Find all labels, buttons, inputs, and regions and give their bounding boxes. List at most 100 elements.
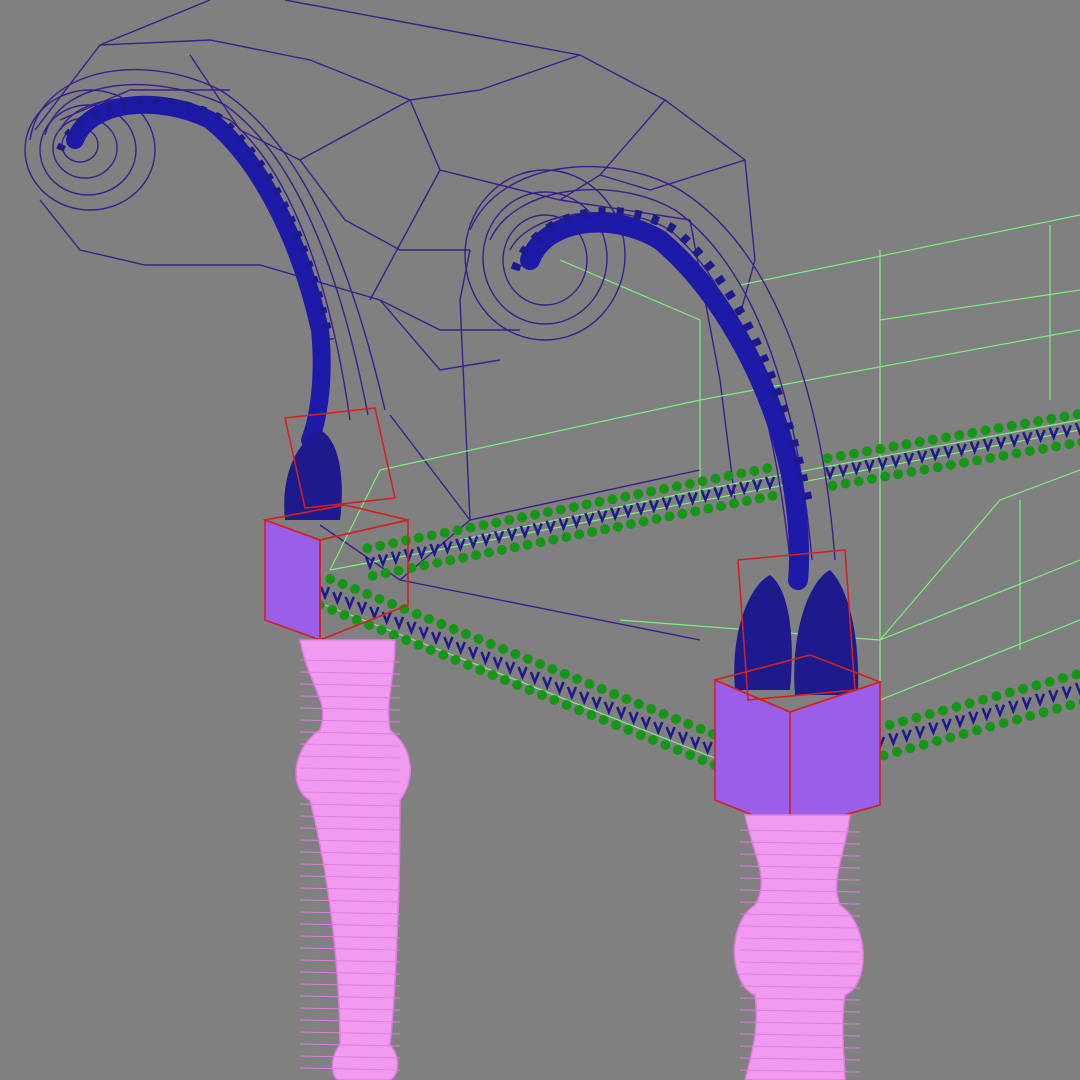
front-rail-bead xyxy=(609,689,620,699)
left-block-front-face xyxy=(264,518,321,642)
front-rail-bead xyxy=(462,660,473,670)
wireframe-scene xyxy=(0,0,1080,1080)
back-left-rail-bead xyxy=(393,565,404,576)
front-rail-bead xyxy=(450,655,461,665)
back-left-rail-bead xyxy=(535,537,546,548)
back-right-rail-bead xyxy=(848,448,859,459)
back-left-rail-bead xyxy=(432,557,443,568)
front-rail-bead xyxy=(672,745,683,755)
back-left-rail-bead xyxy=(659,483,669,494)
right-rail-bead xyxy=(1031,680,1042,691)
right-rail-bead xyxy=(1065,700,1076,711)
front-rail-bead xyxy=(549,695,560,705)
back-left-rail-bead xyxy=(612,521,623,532)
back-left-rail-bead xyxy=(633,489,644,500)
back-left-rail-bead xyxy=(458,552,469,563)
back-left-rail-bead xyxy=(568,502,579,512)
back-left-rail-bead xyxy=(762,463,773,474)
front-rail-bead xyxy=(388,630,399,640)
front-rail-bead xyxy=(635,730,646,740)
back-left-rail-bead xyxy=(522,539,533,550)
front-rail-bead xyxy=(485,639,496,649)
back-left-rail-bead xyxy=(664,511,675,522)
right-rail-bead xyxy=(932,736,942,747)
front-rail-bead xyxy=(487,670,498,680)
back-right-rail-bead xyxy=(985,453,996,463)
back-left-rail-bead xyxy=(581,499,592,510)
back-left-rail-bead xyxy=(684,478,695,489)
front-rail-bead xyxy=(498,644,509,654)
back-right-rail-bead xyxy=(1064,439,1075,450)
back-left-rail-bead xyxy=(548,534,559,545)
back-right-rail-bead xyxy=(893,469,904,480)
front-rail-bead xyxy=(685,750,696,760)
back-left-rail-bead xyxy=(517,512,528,523)
back-left-rail-bead xyxy=(509,542,520,553)
right-rail-bead xyxy=(972,725,982,736)
back-right-rail-bead xyxy=(1059,411,1070,422)
back-right-rail-bead xyxy=(1046,413,1057,424)
back-left-rail-bead xyxy=(426,530,437,541)
back-right-rail-bead xyxy=(1024,446,1035,457)
front-rail-bead xyxy=(648,735,658,745)
front-rail-bead xyxy=(510,649,521,659)
back-left-rail-bead xyxy=(651,514,662,524)
front-rail-bead xyxy=(633,699,644,709)
back-right-rail-bead xyxy=(980,425,991,436)
front-rail-bead xyxy=(683,719,694,729)
back-right-rail-bead xyxy=(1038,443,1048,454)
right-rail-bead xyxy=(905,743,916,754)
back-left-rail-bead xyxy=(439,527,450,538)
front-rail-bead xyxy=(596,684,607,694)
right-rail-bead xyxy=(998,718,1009,729)
back-right-rail-bead xyxy=(941,432,951,443)
front-rail-bead xyxy=(670,714,681,724)
right-rail-bead xyxy=(945,732,956,743)
front-rail-bead xyxy=(376,625,387,635)
right-rail-bead xyxy=(958,728,969,739)
front-rail-bead xyxy=(536,690,547,700)
right-rail-bead xyxy=(884,719,895,730)
back-left-rail-bead xyxy=(710,473,721,484)
back-left-rail-bead xyxy=(496,544,507,555)
front-rail-bead xyxy=(448,624,459,634)
front-rail-bead xyxy=(436,619,447,629)
front-rail-bead xyxy=(461,629,471,639)
front-rail-bead xyxy=(547,664,558,674)
back-right-rail-bead xyxy=(1019,418,1030,429)
back-left-rail-bead xyxy=(375,540,386,551)
front-rail-bead xyxy=(413,640,424,650)
back-left-rail-bead xyxy=(690,506,701,517)
front-rail-bead xyxy=(695,724,706,734)
front-rail-bead xyxy=(559,669,570,679)
front-rail-bead xyxy=(411,609,422,619)
back-left-rail-bead xyxy=(671,481,682,492)
back-right-rail-bead xyxy=(906,466,917,477)
front-rail-bead xyxy=(611,720,621,730)
back-left-rail-bead xyxy=(388,538,399,549)
3d-viewport[interactable] xyxy=(0,0,1080,1080)
back-left-rail-bead xyxy=(638,516,649,527)
back-left-rail-bead xyxy=(767,490,778,501)
front-rail-bead xyxy=(598,715,609,725)
back-left-rail-bead xyxy=(749,465,760,476)
front-rail-bead xyxy=(425,645,436,655)
right-rail-bead xyxy=(991,691,1002,702)
back-right-rail-bead xyxy=(932,462,943,473)
back-right-rail-bead xyxy=(914,437,925,447)
right-rail-bead xyxy=(938,705,948,716)
back-right-rail-bead xyxy=(967,427,978,438)
back-left-rail-bead xyxy=(574,529,585,540)
front-rail-bead xyxy=(499,675,510,685)
back-left-rail-bead xyxy=(594,496,605,507)
front-rail-bead xyxy=(327,605,338,615)
front-rail-bead xyxy=(623,725,634,735)
front-rail-bead xyxy=(646,704,657,714)
back-right-rail-bead xyxy=(827,480,838,491)
back-left-rail-bead xyxy=(625,519,636,530)
back-right-rail-bead xyxy=(853,476,864,487)
front-rail-bead xyxy=(473,634,484,644)
right-rail-bead xyxy=(951,701,962,712)
back-left-rail-bead xyxy=(530,509,540,520)
back-left-rail-bead xyxy=(555,504,566,515)
